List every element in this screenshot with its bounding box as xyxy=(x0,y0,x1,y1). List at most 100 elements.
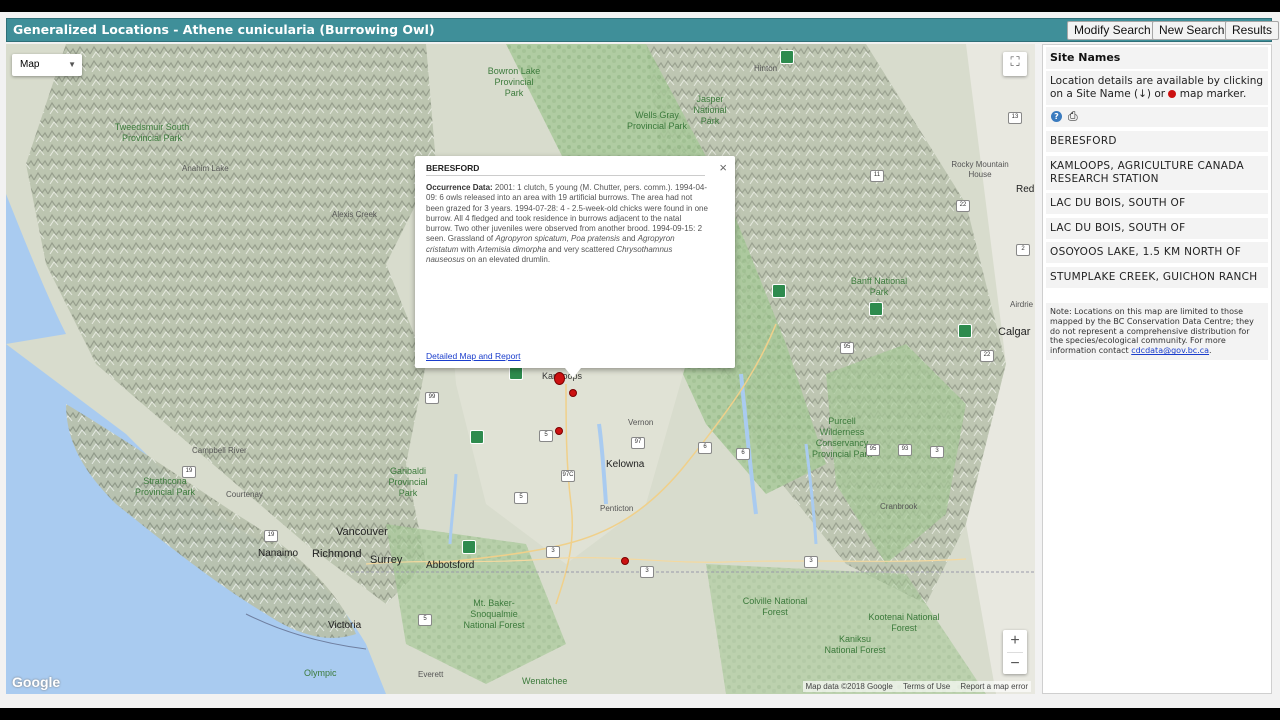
detailed-map-report-link[interactable]: Detailed Map and Report xyxy=(426,351,521,361)
zoom-out-button[interactable]: − xyxy=(1003,653,1027,675)
map-label-calgary: Calgar xyxy=(998,326,1031,338)
desc-text: map marker. xyxy=(1176,88,1247,100)
map-label-red: Red xyxy=(1016,184,1035,195)
species-name: Artemisia dimorpha xyxy=(477,244,547,254)
route-shield: 6 xyxy=(736,448,750,460)
map-attribution: Map data ©2018 Google Terms of Use Repor… xyxy=(802,681,1031,692)
occurrence-data-label: Occurrence Data: xyxy=(426,183,493,192)
route-shield: 11 xyxy=(870,170,884,182)
map-label-penticton: Penticton xyxy=(600,504,634,513)
print-icon[interactable]: ⎙ xyxy=(1068,109,1078,124)
route-shield: 5 xyxy=(418,614,432,626)
map-label-mt-baker-forest: Mt. Baker-Snoqualmie National Forest xyxy=(463,598,525,630)
map-label-hinton: Hinton xyxy=(754,64,778,73)
park-icon xyxy=(780,50,794,64)
route-shield: 97C xyxy=(561,470,575,482)
popup-title: BERESFORD xyxy=(426,163,480,173)
help-icon[interactable]: ? xyxy=(1051,111,1062,122)
map-label-olympic: Olympic xyxy=(304,668,337,678)
map-label-airdrie: Airdrie xyxy=(1010,300,1034,309)
new-search-button[interactable]: New Search xyxy=(1152,21,1232,40)
map-label-jasper-park: Jasper National Park xyxy=(693,94,727,126)
disclaimer-note: Note: Locations on this map are limited … xyxy=(1046,303,1268,360)
route-shield: 5 xyxy=(514,492,528,504)
map-label-rocky-mountain-house: Rocky Mountain House xyxy=(951,160,1009,179)
site-names-panel: Site Names Location details are availabl… xyxy=(1042,44,1272,694)
map-data-credit: Map data ©2018 Google xyxy=(805,682,893,691)
route-shield: 3 xyxy=(546,546,560,558)
popup-text: and very scattered xyxy=(546,244,617,254)
note-text: . xyxy=(1209,346,1212,356)
route-shield: 3 xyxy=(804,556,818,568)
map-label-tweedsmuir-park: Tweedsmuir South Provincial Park xyxy=(114,122,190,143)
fullscreen-button[interactable]: ⛶ xyxy=(1003,52,1027,76)
page: Generalized Locations - Athene cunicular… xyxy=(0,12,1280,708)
route-shield: 95 xyxy=(866,444,880,456)
map-label-alexis-creek: Alexis Creek xyxy=(332,210,377,219)
zoom-control: + − xyxy=(1003,630,1027,674)
site-item-kamloops-research-station[interactable]: KAMLOOPS, AGRICULTURE CANADA RESEARCH ST… xyxy=(1046,156,1268,190)
site-names-description: Location details are available by clicki… xyxy=(1046,71,1268,105)
popup-text: and xyxy=(619,234,638,244)
map-type-label: Map xyxy=(20,59,40,70)
route-shield: 22 xyxy=(956,200,970,212)
route-shield: 97 xyxy=(631,437,645,449)
map-label-kootenai-forest: Kootenai National Forest xyxy=(868,612,940,633)
map-label-wenatchee: Wenatchee xyxy=(522,676,568,686)
site-names-heading: Site Names xyxy=(1046,47,1268,69)
report-map-error-link[interactable]: Report a map error xyxy=(960,682,1028,691)
park-icon xyxy=(772,284,786,298)
route-shield: 5 xyxy=(539,430,553,442)
map-label-kaniksu-forest: Kaniksu National Forest xyxy=(824,634,886,655)
site-item-stumplake-creek[interactable]: STUMPLAKE CREEK, GUICHON RANCH xyxy=(1046,267,1268,288)
info-popup: BERESFORD × Occurrence Data: 2001: 1 clu… xyxy=(415,156,735,378)
route-shield: 19 xyxy=(182,466,196,478)
occurrence-marker[interactable] xyxy=(569,389,577,397)
occurrence-marker[interactable] xyxy=(621,557,629,565)
modify-search-button[interactable]: Modify Search xyxy=(1067,21,1158,40)
terms-of-use-link[interactable]: Terms of Use xyxy=(903,682,950,691)
results-button[interactable]: Results xyxy=(1225,21,1280,40)
occurrence-marker[interactable] xyxy=(554,372,565,385)
zoom-in-button[interactable]: + xyxy=(1003,630,1027,652)
chevron-down-icon: ▼ xyxy=(68,60,76,69)
map-label-campbell-river: Campbell River xyxy=(192,446,247,455)
popup-text: with xyxy=(458,244,478,254)
map-label-vancouver: Vancouver xyxy=(336,526,388,538)
route-shield: 2 xyxy=(1016,244,1030,256)
popup-divider xyxy=(426,175,705,176)
species-name: Poa pratensis xyxy=(570,234,620,244)
site-item-lac-du-bois-2[interactable]: LAC DU BOIS, SOUTH OF xyxy=(1046,218,1268,239)
route-shield: 99 xyxy=(425,392,439,404)
map-label-garibaldi-park: Garibaldi Provincial Park xyxy=(388,466,428,498)
fullscreen-icon: ⛶ xyxy=(1010,55,1020,70)
park-icon xyxy=(470,430,484,444)
map-label-bowron-park: Bowron Lake Provincial Park xyxy=(487,66,541,98)
occurrence-marker[interactable] xyxy=(555,427,563,435)
close-icon[interactable]: × xyxy=(719,160,727,175)
desc-text: ) or xyxy=(1146,88,1169,100)
map-label-cranbrook: Cranbrook xyxy=(880,502,918,511)
route-shield: 3 xyxy=(930,446,944,458)
map-label-banff-park: Banff National Park xyxy=(850,276,908,297)
park-icon xyxy=(958,324,972,338)
map-label-kelowna: Kelowna xyxy=(606,459,645,470)
map-label-richmond: Richmond xyxy=(312,548,362,560)
park-icon xyxy=(869,302,883,316)
route-shield: 13 xyxy=(1008,112,1022,124)
site-item-osoyoos-lake[interactable]: OSOYOOS LAKE, 1.5 KM NORTH OF xyxy=(1046,242,1268,263)
contact-email-link[interactable]: cdcdata@gov.bc.ca xyxy=(1131,346,1209,355)
species-name: Agropyron spicatum xyxy=(495,234,567,244)
arrow-down-icon: ↓ xyxy=(1138,88,1147,100)
site-item-beresford[interactable]: BERESFORD xyxy=(1046,131,1268,152)
popup-body: Occurrence Data: 2001: 1 clutch, 5 young… xyxy=(426,183,708,265)
map-label-victoria: Victoria xyxy=(328,620,362,631)
page-title: Generalized Locations - Athene cunicular… xyxy=(13,22,435,37)
map-type-select[interactable]: Map ▼ xyxy=(12,54,82,76)
map-label-everett: Everett xyxy=(418,670,444,679)
map-canvas[interactable]: Map ▼ ⛶ Vancouver Richmond Surrey Abbots… xyxy=(6,44,1035,694)
park-icon xyxy=(509,366,523,380)
map-label-surrey: Surrey xyxy=(370,554,403,566)
route-shield: 6 xyxy=(698,442,712,454)
site-item-lac-du-bois-1[interactable]: LAC DU BOIS, SOUTH OF xyxy=(1046,193,1268,214)
